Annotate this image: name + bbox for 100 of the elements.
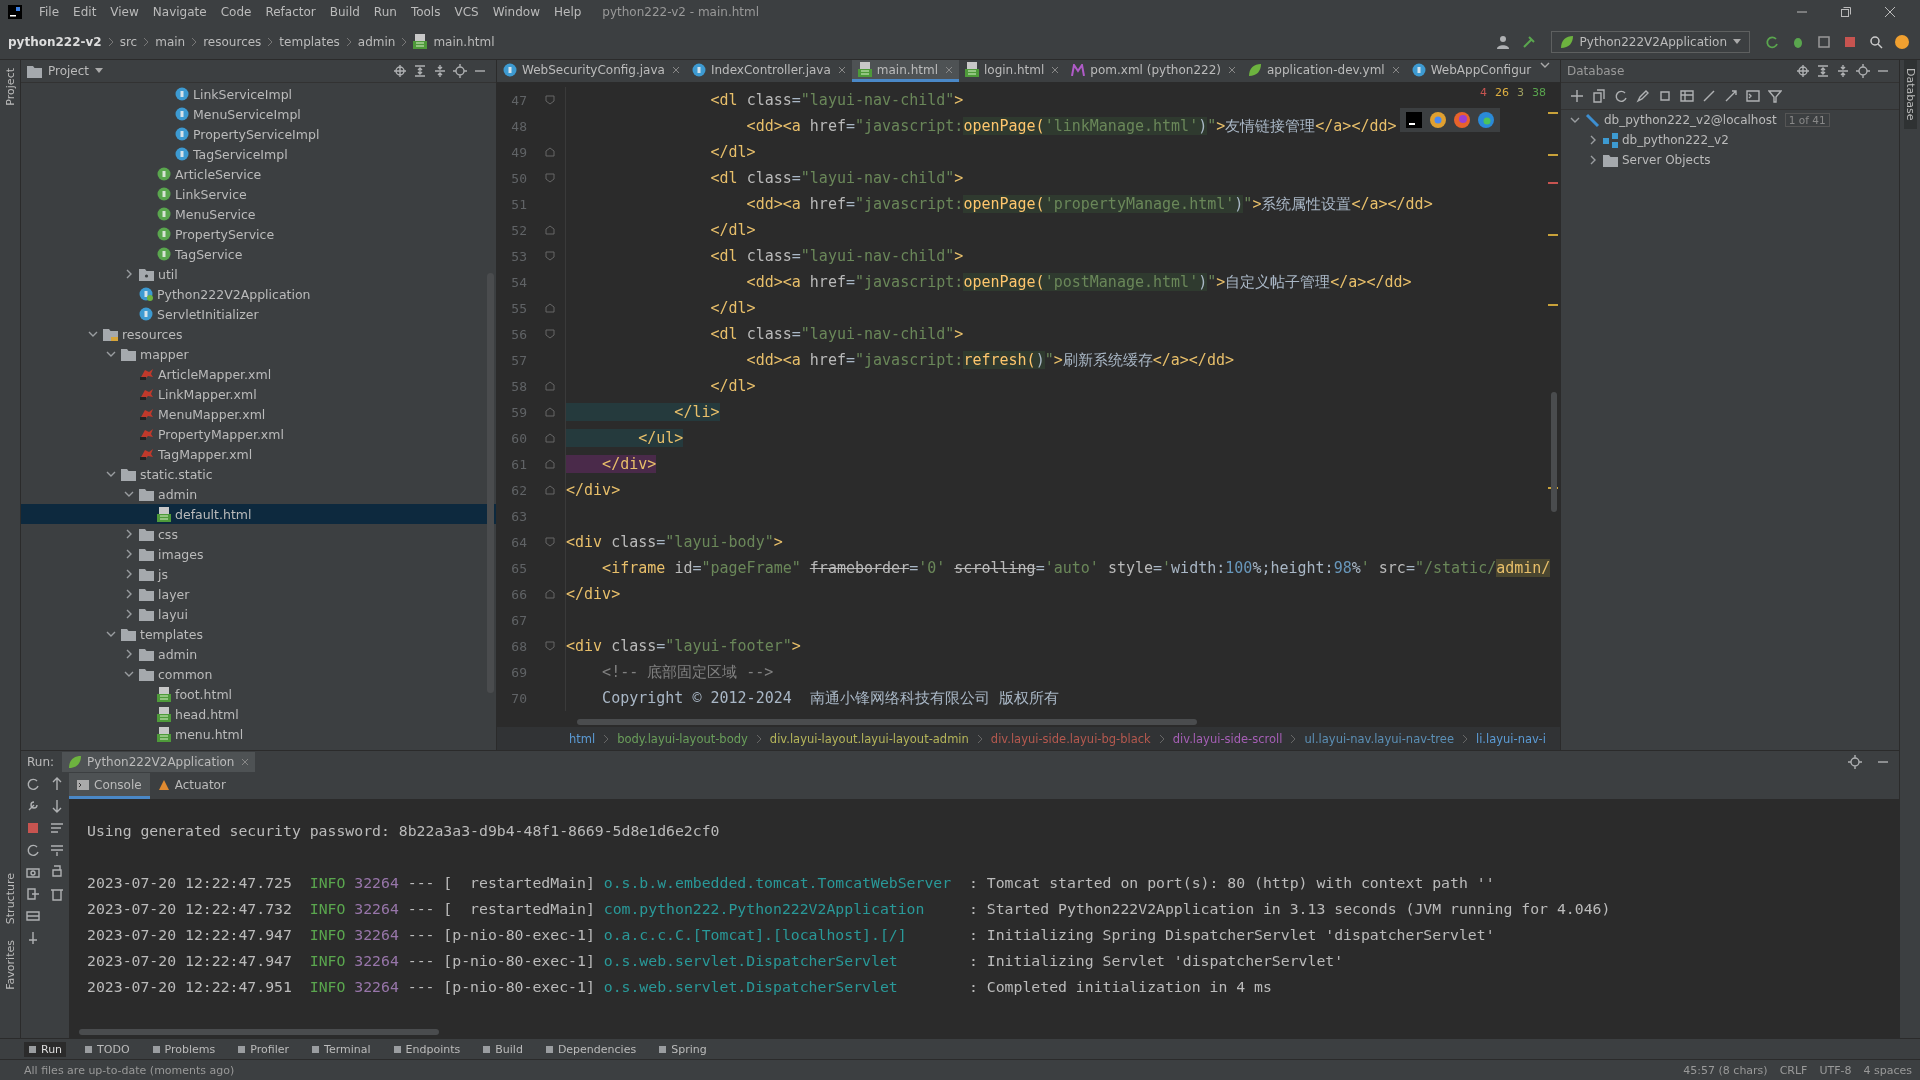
tree-item[interactable]: TagMapper.xml <box>21 444 496 464</box>
path-segment[interactable]: python222-v2 <box>8 34 102 49</box>
stop-icon[interactable] <box>1658 89 1672 103</box>
editor-tab[interactable]: main.html <box>851 60 959 82</box>
fold-end-icon[interactable] <box>545 381 555 391</box>
scrollbar-thumb[interactable] <box>1551 392 1557 512</box>
breadcrumb[interactable]: ul.layui-nav.layui-nav-tree <box>1304 731 1454 746</box>
error-marker[interactable] <box>1548 182 1558 184</box>
side-tab[interactable]: Structure <box>3 865 17 933</box>
tree-item[interactable]: head.html <box>21 704 496 724</box>
tool-window-button[interactable]: Run <box>24 1041 67 1057</box>
warning-marker[interactable] <box>1548 154 1558 156</box>
fold-end-icon[interactable] <box>545 589 555 599</box>
tool-window-button[interactable]: Problems <box>147 1041 220 1057</box>
rerun-icon[interactable] <box>1765 34 1779 49</box>
path-segment[interactable]: resources <box>203 34 262 49</box>
path-segment[interactable]: templates <box>279 34 340 49</box>
caret-position[interactable]: 45:57 (8 chars) <box>1683 1063 1768 1077</box>
tree-item[interactable]: ArticleMapper.xml <box>21 364 496 384</box>
console-tab[interactable]: Console <box>69 773 150 799</box>
settings-icon[interactable] <box>453 64 467 78</box>
menu-item[interactable]: Code <box>213 5 259 19</box>
editor-tab[interactable]: application-dev.yml <box>1242 60 1406 82</box>
tree-item[interactable]: TagServiceImpl <box>21 144 496 164</box>
tree-item[interactable]: LinkServiceImpl <box>21 84 496 104</box>
browser-icon[interactable] <box>1454 112 1470 128</box>
down-arrow-icon[interactable] <box>50 799 64 813</box>
menu-item[interactable]: Edit <box>66 5 104 19</box>
tree-item[interactable]: ArticleService <box>21 164 496 184</box>
tree-item[interactable]: Server Objects <box>1561 150 1899 170</box>
tree-item[interactable]: MenuService <box>21 204 496 224</box>
warning-marker[interactable] <box>1548 234 1558 236</box>
menu-item[interactable]: Run <box>366 5 404 19</box>
tree-item[interactable]: templates <box>21 624 496 644</box>
coverage-icon[interactable] <box>1817 34 1831 49</box>
close-icon[interactable] <box>837 65 846 74</box>
fold-end-icon[interactable] <box>545 225 555 235</box>
menu-item[interactable]: Help <box>547 5 589 19</box>
collapse-all-icon[interactable] <box>433 64 447 78</box>
tree-item[interactable]: resources <box>21 324 496 344</box>
close-icon[interactable] <box>1051 65 1060 74</box>
fold-end-icon[interactable] <box>545 459 555 469</box>
editor-tab[interactable]: login.html <box>958 60 1066 82</box>
add-icon[interactable] <box>1570 89 1584 103</box>
ide-icon[interactable] <box>1406 112 1422 128</box>
tool-window-button[interactable]: Endpoints <box>388 1041 465 1057</box>
tree-item[interactable]: LinkService <box>21 184 496 204</box>
menu-item[interactable]: Window <box>485 5 547 19</box>
person-icon[interactable] <box>1495 34 1510 49</box>
tree-item[interactable]: db_python222_v2 <box>1561 130 1899 150</box>
pencil-icon[interactable] <box>1702 89 1716 103</box>
restore-icon[interactable] <box>1840 6 1852 18</box>
scrollbar-thumb[interactable] <box>79 1029 439 1035</box>
tree-item[interactable]: layui <box>21 604 496 624</box>
browser-icon[interactable] <box>1478 112 1494 128</box>
collapse-all-icon[interactable] <box>1836 64 1850 78</box>
search-icon[interactable] <box>1869 34 1883 49</box>
path-segment[interactable]: main.html <box>433 34 495 49</box>
indent-setting[interactable]: 4 spaces <box>1863 1063 1912 1077</box>
filter-icon[interactable] <box>1768 89 1782 103</box>
tree-item[interactable]: PropertyServiceImpl <box>21 124 496 144</box>
run-tab[interactable]: Python222V2Application <box>62 752 256 772</box>
fold-end-icon[interactable] <box>545 147 555 157</box>
tree-item[interactable]: admin <box>21 484 496 504</box>
locate-icon[interactable] <box>1796 64 1810 78</box>
exit-icon[interactable] <box>26 887 40 901</box>
edit-icon[interactable] <box>1636 89 1650 103</box>
project-view-dropdown[interactable]: Project <box>27 64 104 78</box>
tree-item[interactable]: PropertyService <box>21 224 496 244</box>
settings-icon[interactable] <box>1848 755 1862 769</box>
settings-icon[interactable] <box>1856 64 1870 78</box>
close-icon[interactable] <box>1391 65 1400 74</box>
fold-icon[interactable] <box>545 641 555 651</box>
trash-icon[interactable] <box>50 887 64 901</box>
tree-item[interactable]: common <box>21 664 496 684</box>
tool-window-button[interactable]: Profiler <box>233 1041 294 1057</box>
tool-window-button[interactable]: Terminal <box>307 1041 375 1057</box>
hammer-icon[interactable] <box>1521 34 1536 49</box>
fold-icon[interactable] <box>545 251 555 261</box>
tree-item[interactable]: default.html <box>21 504 496 524</box>
tree-item[interactable]: admin <box>21 644 496 664</box>
tool-window-button[interactable]: TODO <box>80 1041 134 1057</box>
menu-item[interactable]: Navigate <box>145 5 214 19</box>
tree-item[interactable]: ServletInitializer <box>21 304 496 324</box>
menu-item[interactable]: File <box>32 5 67 19</box>
up-arrow-icon[interactable] <box>50 777 64 791</box>
menu-item[interactable]: Refactor <box>258 5 323 19</box>
tab-list-icon[interactable] <box>1540 60 1551 70</box>
expand-all-icon[interactable] <box>1816 64 1830 78</box>
warning-marker[interactable] <box>1548 112 1558 114</box>
breadcrumb[interactable]: html <box>569 731 596 746</box>
breadcrumb[interactable]: li.layui-nav-i <box>1476 731 1546 746</box>
editor-tab[interactable]: WebSecurityConfig.java <box>497 60 686 82</box>
editor-tab[interactable]: IndexController.java <box>685 60 852 82</box>
breadcrumb[interactable]: div.layui-side-scroll <box>1172 731 1283 746</box>
menu-item[interactable]: View <box>103 5 146 19</box>
file-encoding[interactable]: UTF-8 <box>1819 1063 1852 1077</box>
close-icon[interactable] <box>671 65 680 74</box>
fold-end-icon[interactable] <box>545 407 555 417</box>
tree-item[interactable]: static.static <box>21 464 496 484</box>
